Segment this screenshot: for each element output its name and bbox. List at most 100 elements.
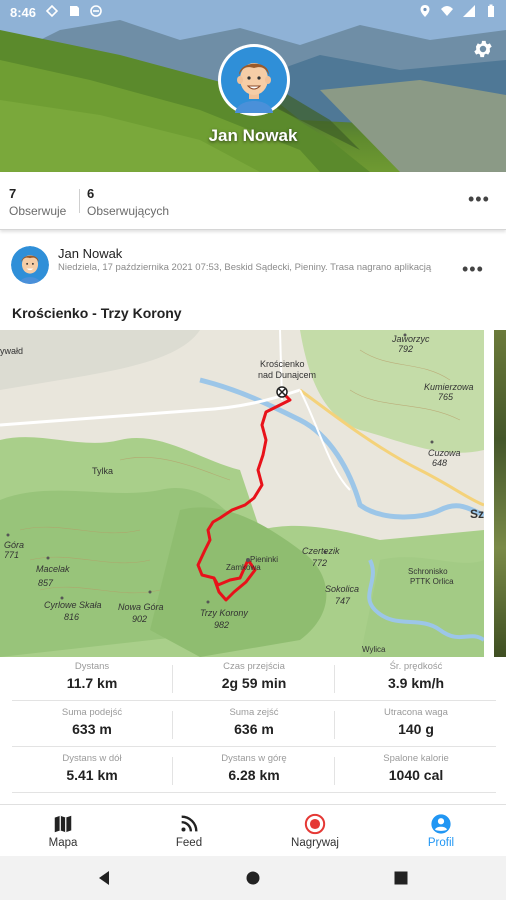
map-label-cuzowa-h: 648 <box>432 458 447 468</box>
avatar-illustration <box>221 47 287 113</box>
map-label-czertezik-h: 772 <box>312 558 327 568</box>
map-label-macelak: Macelak <box>36 564 70 574</box>
followers-count: 6 <box>87 186 95 201</box>
profile-avatar[interactable] <box>218 44 290 116</box>
followers-stat[interactable]: 6 Obserwujących <box>87 186 169 218</box>
stat-value: 140 g <box>398 721 434 737</box>
map-label-kumierzowa: Kumierzowa <box>424 382 474 392</box>
nav-item-feed[interactable]: Feed <box>126 805 252 857</box>
map-label-town2: nad Dunajcem <box>258 370 316 380</box>
following-stat[interactable]: 7 Obserwuje <box>9 186 66 218</box>
following-label: Obserwuje <box>9 204 67 218</box>
map-label-macelak-h: 857 <box>38 578 54 588</box>
stat-label: Suma zejść <box>229 707 279 718</box>
map-label-pieninki: Pieninki <box>250 555 278 564</box>
stat-time: Czas przejścia 2g 59 min <box>174 657 334 701</box>
vpn-icon <box>90 5 102 17</box>
stat-distance-up: Dystans w górę 6.28 km <box>174 749 334 793</box>
map-label-czertezik: Czertezik <box>302 546 340 556</box>
nav-label-map: Mapa <box>48 837 78 849</box>
record-icon <box>304 813 326 835</box>
stat-value: 636 m <box>234 721 274 737</box>
map-label-kumierzowa-h: 765 <box>438 392 454 402</box>
follow-stats-bar: 7 Obserwuje 6 Obserwujących ••• <box>0 172 506 230</box>
post-more-icon[interactable]: ••• <box>462 260 484 278</box>
map-label-tylka: Tylka <box>92 466 113 476</box>
post-author-avatar[interactable] <box>11 246 49 284</box>
map-label-zamkowa: Zamkowa <box>226 563 261 572</box>
route-map[interactable]: Krościenko nad Dunajcem Jaworzyc 792 ywa… <box>0 330 484 657</box>
data-saver-icon <box>45 4 59 18</box>
home-icon[interactable] <box>246 871 260 885</box>
stat-value: 2g 59 min <box>221 675 287 691</box>
stats-row-1: Dystans 11.7 km Czas przejścia 2g 59 min… <box>12 657 496 701</box>
profile-icon <box>431 814 451 834</box>
route-map-canvas: Krościenko nad Dunajcem Jaworzyc 792 ywa… <box>0 330 484 657</box>
activity-stats: Dystans 11.7 km Czas przejścia 2g 59 min… <box>0 657 506 804</box>
map-label-gora1-h: 771 <box>4 550 19 560</box>
nav-item-profile[interactable]: Profil <box>378 805 504 857</box>
back-icon[interactable] <box>96 870 112 886</box>
map-label-jaworzyc: Jaworzyc <box>391 334 430 344</box>
nav-label-profile: Profil <box>427 837 455 849</box>
map-label-schronisko2: PTTK Orlica <box>410 577 454 586</box>
map-label-nowa-h: 902 <box>132 614 147 624</box>
nav-item-map[interactable]: Mapa <box>0 805 126 857</box>
rss-feed-icon <box>181 815 198 832</box>
map-label-wylica: Wylica <box>362 645 386 654</box>
system-navigation-bar <box>0 856 506 900</box>
post-author-name[interactable]: Jan Nowak <box>58 246 122 261</box>
stat-avg-speed: Śr. prędkość 3.9 km/h <box>336 657 496 701</box>
stat-label: Dystans <box>74 661 110 672</box>
map-label-cuzowa: Cuzowa <box>428 448 461 458</box>
sd-card-icon <box>70 6 79 16</box>
stat-label: Spalone kalorie <box>383 753 449 764</box>
map-label-gora1: Góra <box>4 540 24 550</box>
profile-name: Jan Nowak <box>208 126 298 145</box>
next-photo-preview[interactable] <box>494 330 506 657</box>
stat-label: Suma podejść <box>61 707 123 718</box>
recents-icon[interactable] <box>394 871 408 885</box>
map-label-jaworzyc-h: 792 <box>398 344 413 354</box>
bottom-navigation: Mapa Feed Nagrywaj Profil <box>0 804 506 856</box>
stat-value: 6.28 km <box>228 767 280 783</box>
stat-value: 1040 cal <box>388 767 444 783</box>
map-label-ywald: ywałd <box>0 346 23 356</box>
following-count: 7 <box>9 186 17 201</box>
nav-label-record: Nagrywaj <box>291 837 339 849</box>
stat-calories: Spalone kalorie 1040 cal <box>336 749 496 793</box>
stat-value: 5.41 km <box>66 767 118 783</box>
settings-gear-icon[interactable] <box>472 38 494 60</box>
post-meta: Niedziela, 17 października 2021 07:53, B… <box>58 262 432 273</box>
stat-value: 3.9 km/h <box>387 675 445 691</box>
status-time: 8:46 <box>10 5 37 20</box>
profile-header: 8:46 Jan Nowak <box>0 0 506 172</box>
followers-label: Obserwujących <box>87 204 170 218</box>
stat-descent: Suma zejść 636 m <box>174 703 334 747</box>
map-label-sokolica: Sokolica <box>325 584 359 594</box>
stat-weight-lost: Utracona waga 140 g <box>336 703 496 747</box>
map-icon <box>54 815 72 833</box>
follow-divider <box>79 189 80 213</box>
stat-distance-down: Dystans w dół 5.41 km <box>12 749 172 793</box>
map-label-cyrlowe-h: 816 <box>64 612 79 622</box>
signal-icon <box>463 5 475 17</box>
post-title[interactable]: Krościenko - Trzy Korony <box>12 305 182 321</box>
map-label-trzy-h: 982 <box>214 620 229 630</box>
status-bar: 8:46 <box>0 0 506 24</box>
map-label-nowa: Nowa Góra <box>118 602 164 612</box>
stat-label: Dystans w dół <box>62 753 122 764</box>
stat-ascent: Suma podejść 633 m <box>12 703 172 747</box>
profile-more-icon[interactable]: ••• <box>468 190 490 208</box>
nav-item-record[interactable]: Nagrywaj <box>252 805 378 857</box>
map-label-trzy: Trzy Korony <box>200 608 248 618</box>
screen: 8:46 Jan Nowak 7 Obserwuje 6 Obserwujący… <box>0 0 506 900</box>
map-label-schronisko: Schronisko <box>408 567 448 576</box>
stat-distance: Dystans 11.7 km <box>12 657 172 701</box>
stat-label: Śr. prędkość <box>389 661 443 672</box>
stat-label: Dystans w górę <box>221 753 287 764</box>
stat-label: Czas przejścia <box>223 661 285 672</box>
stat-value: 11.7 km <box>66 675 118 691</box>
map-label-sokolica-h: 747 <box>335 596 351 606</box>
battery-icon <box>488 4 494 17</box>
